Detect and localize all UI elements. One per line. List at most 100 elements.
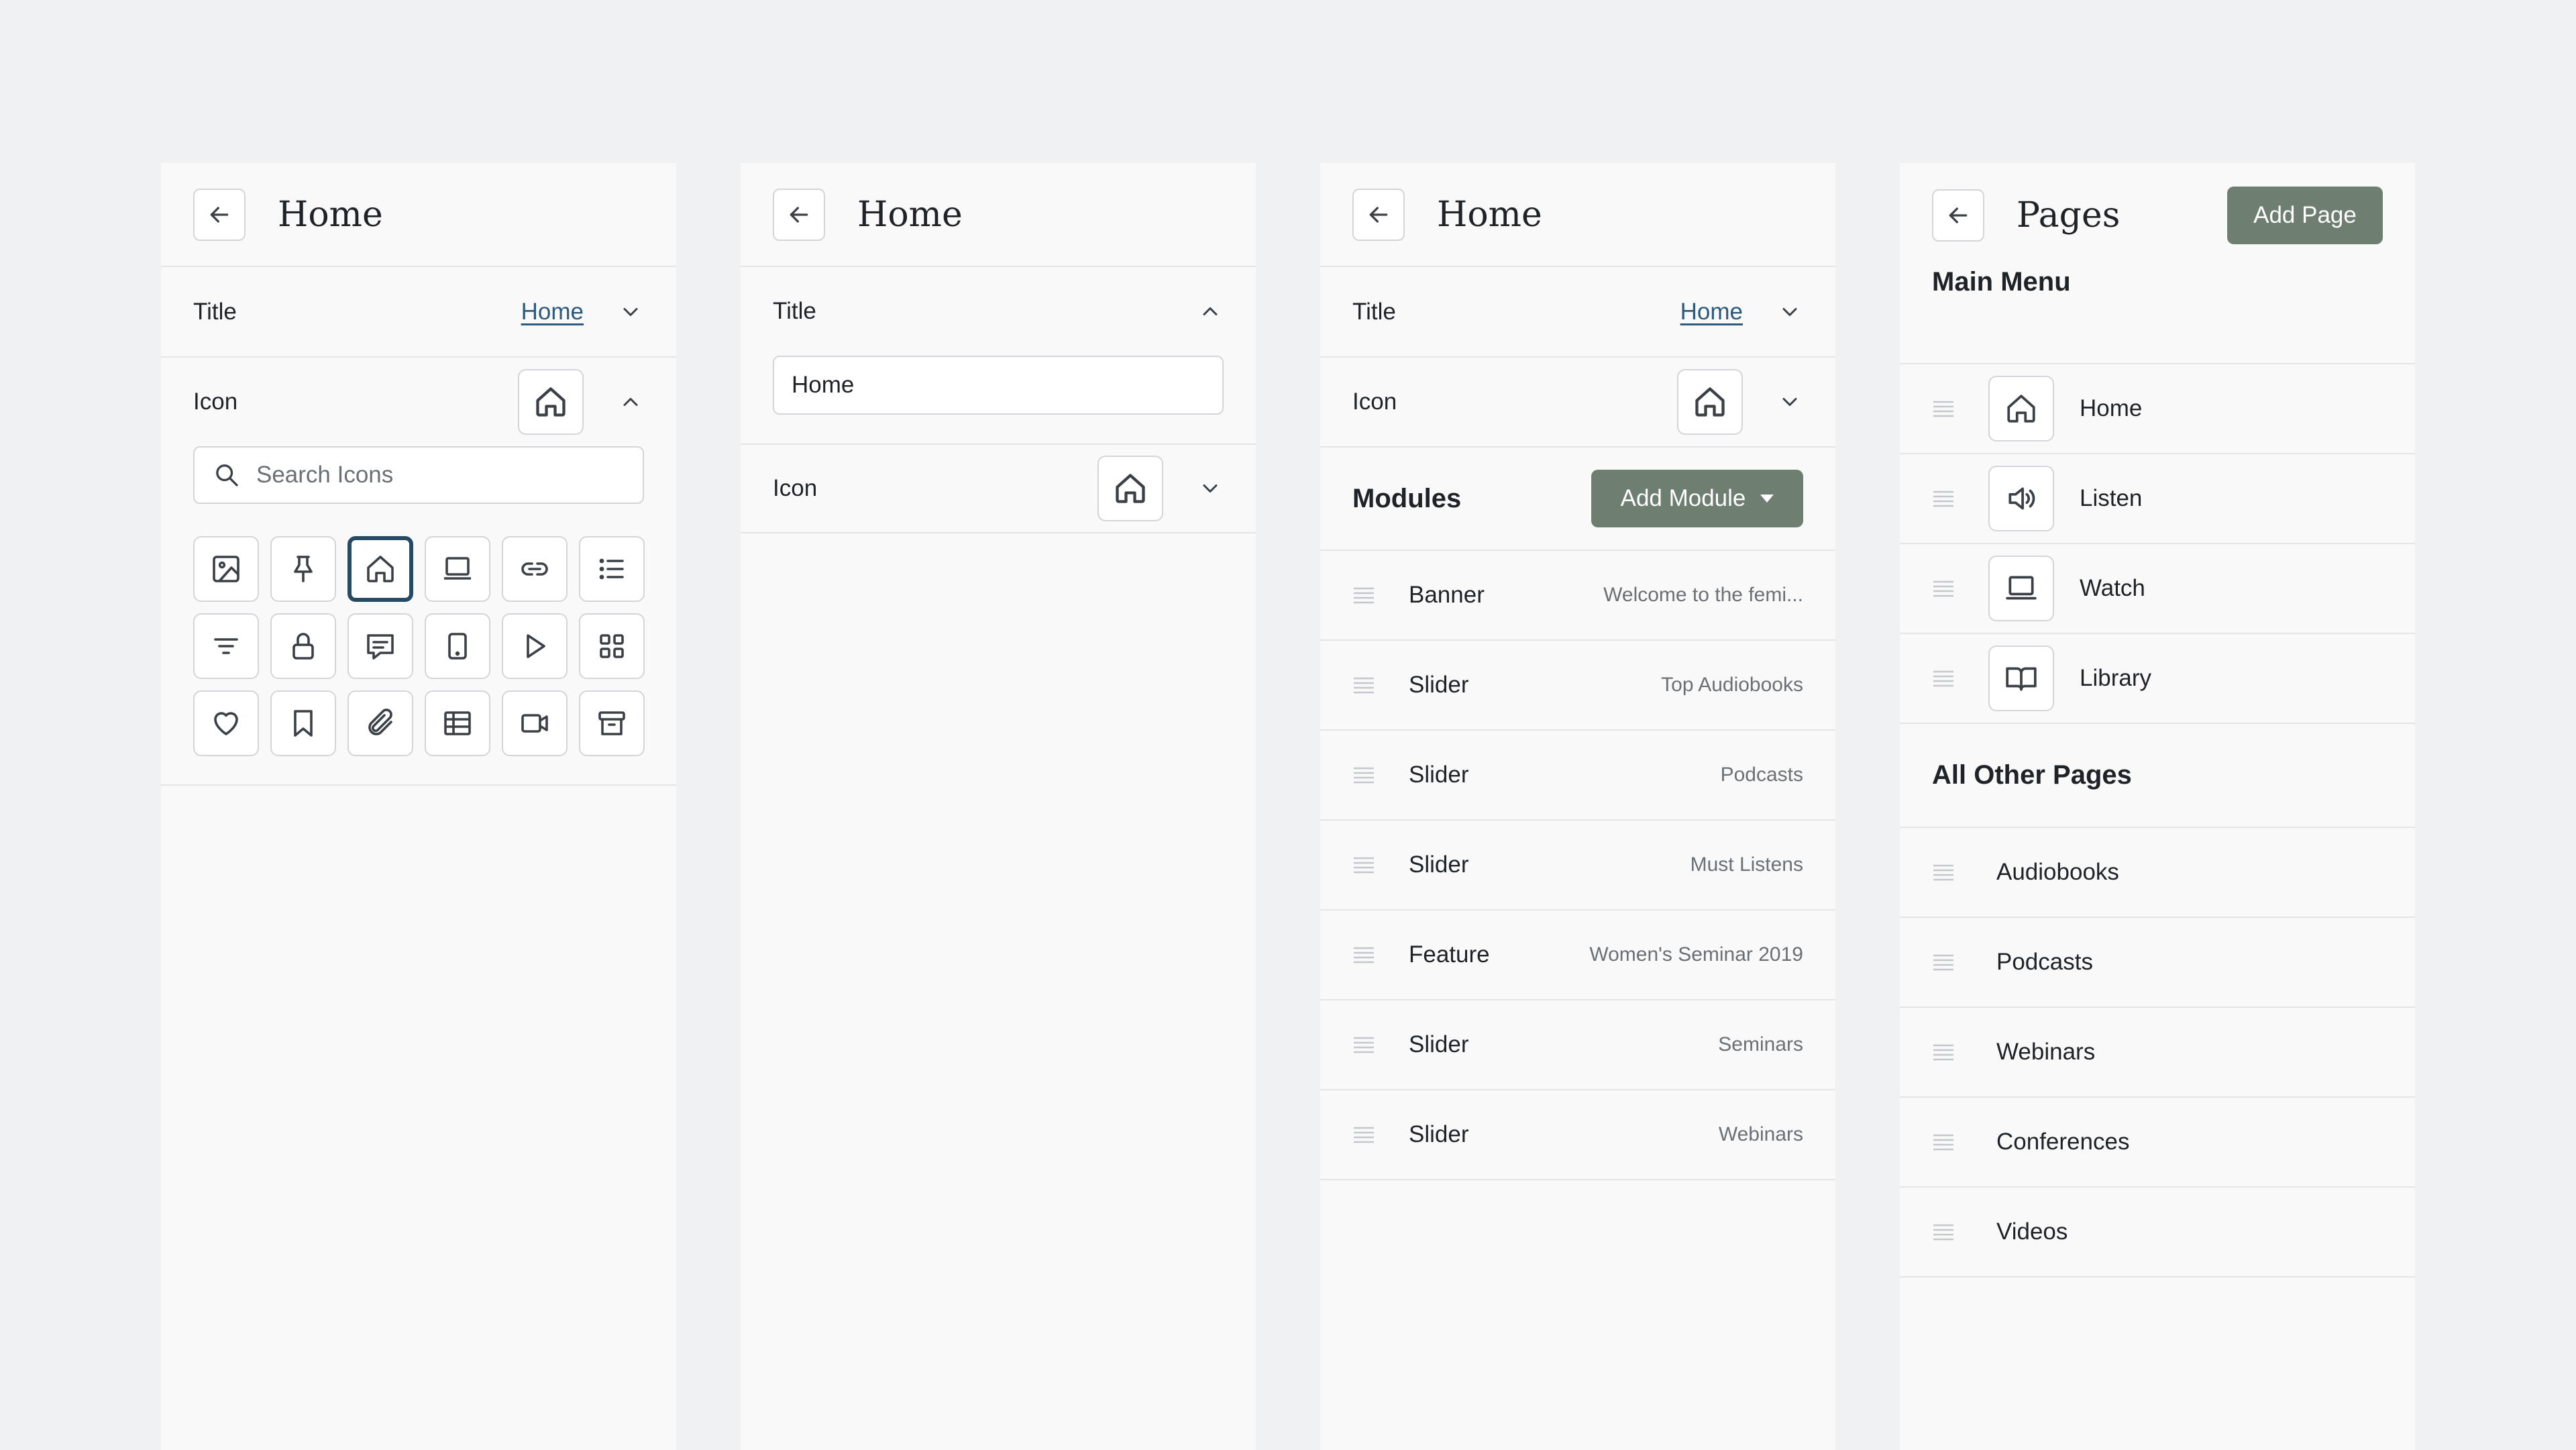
- message-icon[interactable]: [347, 613, 413, 679]
- module-row[interactable]: Slider Webinars: [1320, 1090, 1835, 1180]
- main-menu-item[interactable]: Home: [1900, 364, 2415, 454]
- page-icon-box[interactable]: [1988, 466, 2054, 531]
- page-icon-box[interactable]: [1988, 645, 2054, 711]
- icon-row[interactable]: Icon: [161, 358, 676, 446]
- title-row[interactable]: Title: [741, 267, 1256, 356]
- bookmark-icon[interactable]: [270, 690, 336, 756]
- drag-handle-icon[interactable]: [1932, 490, 1955, 507]
- page-icon-box[interactable]: [1988, 556, 2054, 621]
- arrow-left-icon: [1949, 207, 1968, 223]
- pin-icon[interactable]: [270, 536, 336, 602]
- main-menu-list: Home Listen Watch Library: [1900, 364, 2415, 724]
- title-row[interactable]: Title Home: [1320, 267, 1835, 358]
- drag-handle-icon[interactable]: [1932, 1223, 1955, 1241]
- drag-handle-icon[interactable]: [1352, 586, 1375, 604]
- drag-handle-icon[interactable]: [1932, 864, 1955, 881]
- chevron-up-icon[interactable]: [1197, 298, 1224, 325]
- chevron-down-icon[interactable]: [1197, 475, 1224, 502]
- link-icon[interactable]: [502, 536, 568, 602]
- back-button[interactable]: [1352, 188, 1405, 241]
- selected-icon-preview[interactable]: [1097, 456, 1163, 521]
- icon-label: Icon: [1352, 389, 1397, 415]
- drag-handle-icon[interactable]: [1352, 856, 1375, 874]
- arrow-left-icon: [790, 206, 808, 223]
- module-value: Webinars: [1718, 1123, 1803, 1145]
- icon-row[interactable]: Icon: [1320, 358, 1835, 448]
- module-row[interactable]: Banner Welcome to the femi...: [1320, 551, 1835, 641]
- paperclip-icon[interactable]: [347, 690, 413, 756]
- drag-handle-icon[interactable]: [1932, 1133, 1955, 1151]
- home-icon: [1695, 387, 1725, 417]
- laptop-icon[interactable]: [425, 536, 490, 602]
- chevron-down-icon[interactable]: [1776, 389, 1803, 415]
- main-menu-item[interactable]: Library: [1900, 634, 2415, 724]
- drag-handle-icon[interactable]: [1932, 1043, 1955, 1061]
- page-icon-box[interactable]: [1988, 376, 2054, 442]
- add-module-button[interactable]: Add Module: [1591, 470, 1803, 527]
- selected-icon-preview[interactable]: [1677, 369, 1743, 435]
- module-value: Top Audiobooks: [1661, 674, 1803, 696]
- filter-icon[interactable]: [193, 613, 259, 679]
- title-label: Title: [1352, 298, 1396, 325]
- home-icon: [1116, 474, 1145, 503]
- icon-grid: [161, 536, 676, 756]
- other-page-item[interactable]: Audiobooks: [1900, 828, 2415, 918]
- home-icon[interactable]: [347, 536, 413, 602]
- drag-handle-icon[interactable]: [1932, 953, 1955, 971]
- drag-handle-icon[interactable]: [1932, 580, 1955, 597]
- page-title: Home: [857, 194, 963, 235]
- drag-handle-icon[interactable]: [1932, 400, 1955, 417]
- drag-handle-icon[interactable]: [1352, 1126, 1375, 1143]
- other-page-item[interactable]: Webinars: [1900, 1008, 2415, 1098]
- page-name: Watch: [2080, 575, 2145, 601]
- chevron-up-icon[interactable]: [617, 389, 644, 415]
- module-row[interactable]: Slider Seminars: [1320, 1000, 1835, 1090]
- icon-picker-panel: Home Title Home Icon: [161, 163, 676, 1450]
- other-page-item[interactable]: Podcasts: [1900, 918, 2415, 1008]
- pages-panel: Pages Add Page Main Menu Home Listen Watch…: [1900, 163, 2415, 1450]
- main-menu-item[interactable]: Watch: [1900, 544, 2415, 634]
- page-title: Home: [1437, 194, 1542, 235]
- title-input[interactable]: Home: [773, 356, 1224, 415]
- icon-label: Icon: [773, 475, 818, 501]
- add-page-button[interactable]: Add Page: [2227, 187, 2383, 244]
- selected-icon-preview[interactable]: [518, 369, 584, 435]
- icon-row[interactable]: Icon: [741, 445, 1256, 533]
- search-field[interactable]: [193, 446, 644, 504]
- module-row[interactable]: Slider Must Listens: [1320, 821, 1835, 911]
- module-value: Welcome to the femi...: [1603, 584, 1803, 606]
- video-camera-icon[interactable]: [502, 690, 568, 756]
- archive-icon[interactable]: [579, 690, 645, 756]
- other-page-item[interactable]: Conferences: [1900, 1098, 2415, 1188]
- grid-icon[interactable]: [579, 613, 645, 679]
- module-row[interactable]: Slider Podcasts: [1320, 731, 1835, 821]
- other-page-item[interactable]: Videos: [1900, 1188, 2415, 1278]
- title-value-link[interactable]: Home: [521, 299, 584, 325]
- chevron-down-icon[interactable]: [1776, 299, 1803, 325]
- drag-handle-icon[interactable]: [1352, 1036, 1375, 1053]
- lock-icon[interactable]: [270, 613, 336, 679]
- module-name: Slider: [1409, 1121, 1469, 1147]
- title-row[interactable]: Title Home: [161, 267, 676, 358]
- title-value-link[interactable]: Home: [1680, 299, 1743, 325]
- table-icon[interactable]: [425, 690, 490, 756]
- main-menu-header: Main Menu: [1900, 260, 2415, 364]
- back-button[interactable]: [1932, 189, 1984, 242]
- image-icon[interactable]: [193, 536, 259, 602]
- drag-handle-icon[interactable]: [1932, 670, 1955, 687]
- back-button[interactable]: [193, 188, 246, 241]
- module-row[interactable]: Slider Top Audiobooks: [1320, 641, 1835, 731]
- module-row[interactable]: Feature Women's Seminar 2019: [1320, 911, 1835, 1000]
- search-input[interactable]: [255, 461, 593, 489]
- drag-handle-icon[interactable]: [1352, 766, 1375, 784]
- play-icon[interactable]: [502, 613, 568, 679]
- home-icon: [2007, 395, 2035, 423]
- drag-handle-icon[interactable]: [1352, 676, 1375, 694]
- list-icon[interactable]: [579, 536, 645, 602]
- drag-handle-icon[interactable]: [1352, 946, 1375, 964]
- back-button[interactable]: [773, 188, 825, 241]
- heart-icon[interactable]: [193, 690, 259, 756]
- chevron-down-icon[interactable]: [617, 299, 644, 325]
- phone-icon[interactable]: [425, 613, 490, 679]
- main-menu-item[interactable]: Listen: [1900, 454, 2415, 544]
